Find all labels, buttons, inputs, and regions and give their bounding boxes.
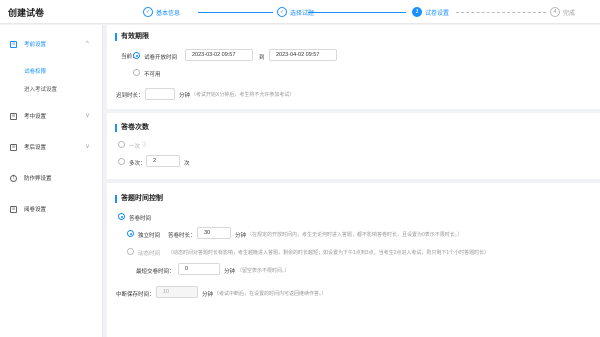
late-duration-input[interactable] bbox=[145, 88, 175, 100]
radio-answer-time-label: 答卷时间 bbox=[129, 216, 152, 222]
step-label: 选择试题 bbox=[290, 10, 315, 17]
sidebar-item-label: 阅卷设置 bbox=[24, 207, 47, 213]
doc-icon: ≡ bbox=[10, 205, 17, 213]
sidebar-item-label: 防作弊设置 bbox=[24, 176, 52, 182]
interrupt-hint: （考试中断后，在设置的时间内可返回继续作答。） bbox=[214, 291, 327, 297]
step-basic-info[interactable]: ✓ 基本信息 bbox=[143, 5, 180, 19]
min-submit-unit: 分钟 bbox=[224, 269, 236, 275]
radio-unavailable[interactable] bbox=[133, 69, 140, 76]
step-label: 基本信息 bbox=[156, 10, 181, 17]
step-select-questions[interactable]: ✓ 选择试题 bbox=[277, 5, 314, 19]
chevron-down-icon: v bbox=[86, 113, 89, 119]
late-unit: 分钟 bbox=[179, 93, 191, 99]
sidebar-subitem-permissions[interactable]: 试卷权限 bbox=[24, 67, 46, 75]
dynamic-hint: （动态时间对答题时长有影响，考生越晚进入答题，剩余的时长越短；如设置为下午1点到… bbox=[168, 250, 490, 256]
duration-unit: 分钟 bbox=[235, 233, 247, 239]
sidebar-item-label: 考后设置 bbox=[24, 145, 47, 151]
step-number: 3 bbox=[412, 7, 422, 17]
radio-once-label: 一次 bbox=[129, 144, 141, 150]
check-icon: ✓ bbox=[143, 7, 153, 17]
sidebar-item-in-exam[interactable]: ≡ 考中设置 v bbox=[0, 109, 103, 123]
duration-input[interactable]: 30 bbox=[197, 227, 231, 239]
radio-independent-label: 独立时间 bbox=[138, 233, 161, 239]
sidebar-item-label: 考中设置 bbox=[24, 114, 47, 120]
sidebar-item-grading[interactable]: ≡ 阅卷设置 bbox=[0, 202, 103, 216]
start-time-input[interactable]: 2023-03-02 09:57 bbox=[185, 49, 253, 61]
min-submit-label: 最短交卷时间： bbox=[136, 269, 175, 275]
sidebar-item-label: 考前设置 bbox=[24, 42, 47, 48]
doc-icon: ≡ bbox=[10, 143, 17, 151]
radio-open-time-label: 试卷开放时间 bbox=[144, 55, 178, 61]
doc-icon: ≡ bbox=[10, 112, 17, 120]
radio-answer-time[interactable] bbox=[118, 213, 125, 220]
chevron-down-icon: v bbox=[86, 144, 89, 150]
step-progress: ✓ 基本信息 ✓ 选择试题 3 试卷设置 4 完成 bbox=[140, 5, 590, 19]
top-bar: 创建试卷 ✓ 基本信息 ✓ 选择试题 3 试卷设置 4 完成 bbox=[0, 0, 600, 24]
check-icon: ✓ bbox=[277, 7, 287, 17]
step-label: 完成 bbox=[563, 10, 576, 17]
min-submit-input[interactable]: 0 bbox=[178, 263, 220, 275]
section-title-timing: 答题时间控制 bbox=[115, 195, 163, 203]
step-connector bbox=[308, 12, 406, 13]
sidebar-subitem-entry[interactable]: 进入考试设置 bbox=[24, 85, 57, 93]
sidebar: ≡ 考前设置 ^ 试卷权限 进入考试设置 ≡ 考中设置 v ≡ 考后设置 v !… bbox=[0, 25, 103, 337]
end-time-input[interactable]: 2023-04-02 09:57 bbox=[269, 49, 337, 61]
doc-icon: ≡ bbox=[10, 40, 17, 48]
interrupt-label: 中断保存时间： bbox=[116, 292, 155, 298]
chevron-up-icon: ^ bbox=[86, 41, 89, 47]
radio-multi-label: 多次： bbox=[129, 161, 146, 167]
radio-once[interactable] bbox=[118, 141, 125, 148]
radio-dynamic-time[interactable] bbox=[127, 248, 134, 255]
late-hint: （考试开始X分钟后，考生将不允许参加考试） bbox=[191, 92, 295, 98]
independent-hint: （在规定的开放时间内，考生无论何时进入答题，都不影响答卷时长，且设置为0表示不限… bbox=[247, 232, 463, 238]
sidebar-item-post-exam[interactable]: ≡ 考后设置 v bbox=[0, 140, 103, 154]
radio-dynamic-label: 动态时间 bbox=[138, 251, 161, 257]
section-title-attempts: 答卷次数 bbox=[115, 124, 149, 132]
min-submit-hint: （留空表示不限时间。） bbox=[237, 268, 290, 274]
settings-panel: 有效期限 当前： 试卷开放时间 2023-03-02 09:57 到 2023-… bbox=[107, 25, 600, 337]
duration-label: 答卷时长： bbox=[168, 233, 196, 239]
attempts-unit: 次 bbox=[184, 161, 190, 167]
radio-unavailable-label: 不可用 bbox=[144, 72, 161, 78]
step-finish[interactable]: 4 完成 bbox=[550, 5, 575, 19]
sidebar-item-pre-exam[interactable]: ≡ 考前设置 ^ bbox=[0, 37, 103, 51]
section-divider bbox=[107, 179, 600, 183]
interrupt-unit: 分钟 bbox=[202, 292, 214, 298]
radio-independent-time[interactable] bbox=[127, 230, 134, 237]
step-connector bbox=[456, 12, 546, 13]
info-icon: ⓘ bbox=[142, 142, 148, 148]
interrupt-input[interactable]: 10 bbox=[156, 286, 198, 298]
radio-open-time[interactable] bbox=[133, 52, 140, 59]
section-title-validity: 有效期限 bbox=[115, 33, 149, 41]
shield-icon: ! bbox=[10, 174, 17, 182]
attempts-count-input[interactable]: 2 bbox=[146, 155, 180, 167]
step-number: 4 bbox=[550, 7, 560, 17]
sidebar-item-anti-cheat[interactable]: ! 防作弊设置 bbox=[0, 171, 103, 185]
step-connector bbox=[198, 12, 273, 13]
to-label: 到 bbox=[259, 55, 265, 61]
step-exam-settings[interactable]: 3 试卷设置 bbox=[412, 5, 449, 19]
page-title: 创建试卷 bbox=[8, 8, 45, 18]
step-label: 试卷设置 bbox=[425, 10, 450, 17]
radio-multi[interactable] bbox=[118, 158, 125, 165]
section-divider bbox=[107, 109, 600, 113]
late-label: 迟到时长： bbox=[116, 93, 144, 99]
